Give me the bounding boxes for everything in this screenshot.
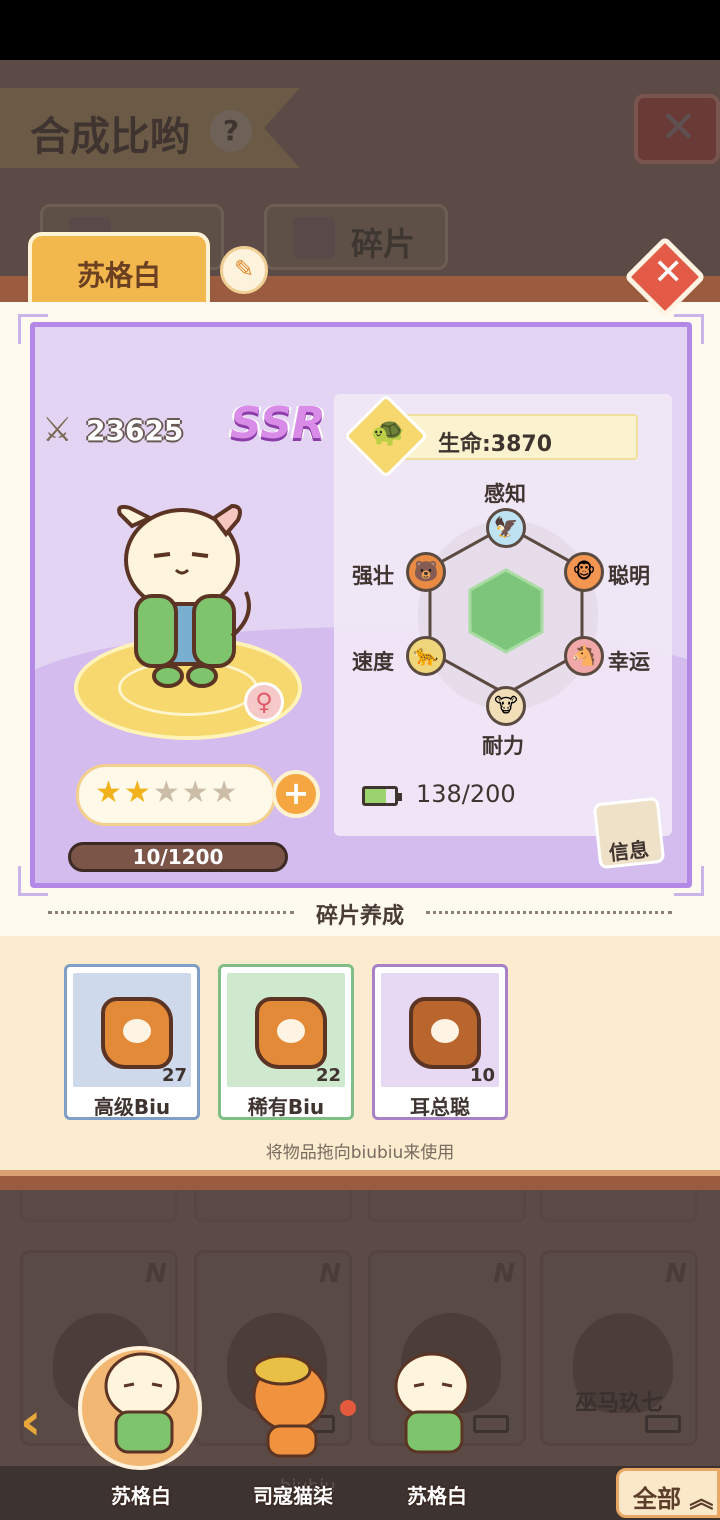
help-icon: ? xyxy=(210,110,252,152)
energy-value: 138/200 xyxy=(416,780,516,808)
cheetah-icon: 🐆 xyxy=(406,636,446,676)
corner-decoration xyxy=(18,866,48,896)
bg-card-top xyxy=(368,1190,526,1222)
stat-label-intelligence: 聪明 xyxy=(608,564,650,588)
status-bar xyxy=(0,0,720,60)
puzzle-piece-icon xyxy=(101,997,173,1069)
rarity-badge: N xyxy=(493,1259,515,1289)
stat-label-perception: 感知 xyxy=(484,482,526,506)
bg-tab-shards: 碎片 xyxy=(264,204,448,270)
stat-label-strength: 强壮 xyxy=(352,564,394,588)
combat-power-value: 23625 xyxy=(86,414,184,447)
female-gender-icon: ♀ xyxy=(244,682,284,722)
character-sprite[interactable] xyxy=(106,496,266,696)
battery-icon xyxy=(645,1415,681,1433)
star-icon: ★ xyxy=(210,775,240,810)
bg-card-top xyxy=(194,1190,352,1222)
bg-card-top xyxy=(540,1190,698,1222)
rarity-badge: N xyxy=(145,1259,167,1289)
bear-icon: 🐻 xyxy=(406,552,446,592)
character-name-tab: 苏格白 xyxy=(28,232,210,308)
shard-item[interactable]: 27 高级Biu xyxy=(64,964,200,1120)
close-icon: ✕ xyxy=(653,251,684,293)
bg-card-top xyxy=(20,1190,178,1222)
battery-icon xyxy=(362,786,402,806)
corner-decoration xyxy=(674,866,704,896)
monkey-icon: 🐵 xyxy=(564,552,604,592)
info-button[interactable]: 信息 xyxy=(592,796,666,870)
bg-card: N 巫马玖七 xyxy=(540,1250,698,1446)
filter-all-label: 全部 xyxy=(633,1485,681,1513)
star-icon: ★ xyxy=(95,775,124,810)
bg-close-icon xyxy=(634,94,720,164)
stat-label-speed: 速度 xyxy=(352,650,394,674)
shard-item[interactable]: 10 耳总聪 xyxy=(372,964,508,1120)
ox-icon: 🐮 xyxy=(486,686,526,726)
character-slot-name: 苏格白 xyxy=(111,1484,171,1508)
shard-name: 高级Biu xyxy=(93,1095,171,1119)
star-icon: ★ xyxy=(181,775,211,810)
crossed-swords-icon: ⚔ xyxy=(42,410,73,450)
eagle-icon: 🦅 xyxy=(486,508,526,548)
rarity-badge: N xyxy=(319,1259,341,1289)
stat-label-luck: 幸运 xyxy=(608,650,650,674)
plus-icon: + xyxy=(282,774,310,812)
star-icon: ★ xyxy=(152,775,182,810)
rarity-label: SSR xyxy=(230,398,326,449)
horse-icon: 🐴 xyxy=(564,636,604,676)
shard-name: 耳总聪 xyxy=(410,1095,470,1119)
upgrade-star-button[interactable]: + xyxy=(272,770,320,818)
star-rating: ★★★★★ xyxy=(76,764,276,826)
turtle-glyph: 🐢 xyxy=(370,415,406,449)
cat-avatar-icon xyxy=(394,1352,470,1454)
bg-tab-shards-label: 碎片 xyxy=(351,225,416,263)
notification-dot xyxy=(340,1400,356,1416)
star-icon: ★ xyxy=(123,775,153,810)
shard-count: 10 xyxy=(469,1065,495,1086)
cat-avatar-icon xyxy=(104,1352,180,1454)
bg-title: 合成比哟 xyxy=(30,114,190,160)
shard-count: 22 xyxy=(315,1065,341,1086)
section-title: 碎片养成 xyxy=(315,904,404,929)
corner-decoration xyxy=(18,314,48,344)
xp-bar: 10/1200 xyxy=(68,842,288,872)
rarity-badge: N xyxy=(665,1259,687,1289)
previous-arrow-icon[interactable]: ‹ xyxy=(20,1392,41,1452)
chevron-up-icon: ︽ xyxy=(689,1485,714,1513)
character-name: 苏格白 xyxy=(76,259,161,292)
stat-label-endurance: 耐力 xyxy=(482,734,524,758)
pencil-icon: ✎ xyxy=(233,255,255,283)
puzzle-piece-icon xyxy=(409,997,481,1069)
edit-name-button[interactable]: ✎ xyxy=(220,246,268,294)
cat-avatar-icon xyxy=(252,1354,328,1458)
corner-decoration xyxy=(674,314,704,344)
character-slot-name: 苏格白 xyxy=(407,1484,467,1508)
bg-card-name: 巫马玖七 xyxy=(574,1391,663,1416)
shard-name: 稀有Biu xyxy=(247,1095,325,1119)
shard-count: 27 xyxy=(161,1065,187,1086)
usage-hint: 将物品拖向biubiu来使用 xyxy=(265,1143,455,1163)
shard-icon xyxy=(293,217,335,259)
panel-bottom-border xyxy=(0,1170,720,1190)
filter-all-button[interactable]: 全部 ︽ xyxy=(616,1468,720,1518)
puzzle-piece-icon xyxy=(255,997,327,1069)
info-label: 信息 xyxy=(607,837,651,866)
shard-item[interactable]: 22 稀有Biu xyxy=(218,964,354,1120)
